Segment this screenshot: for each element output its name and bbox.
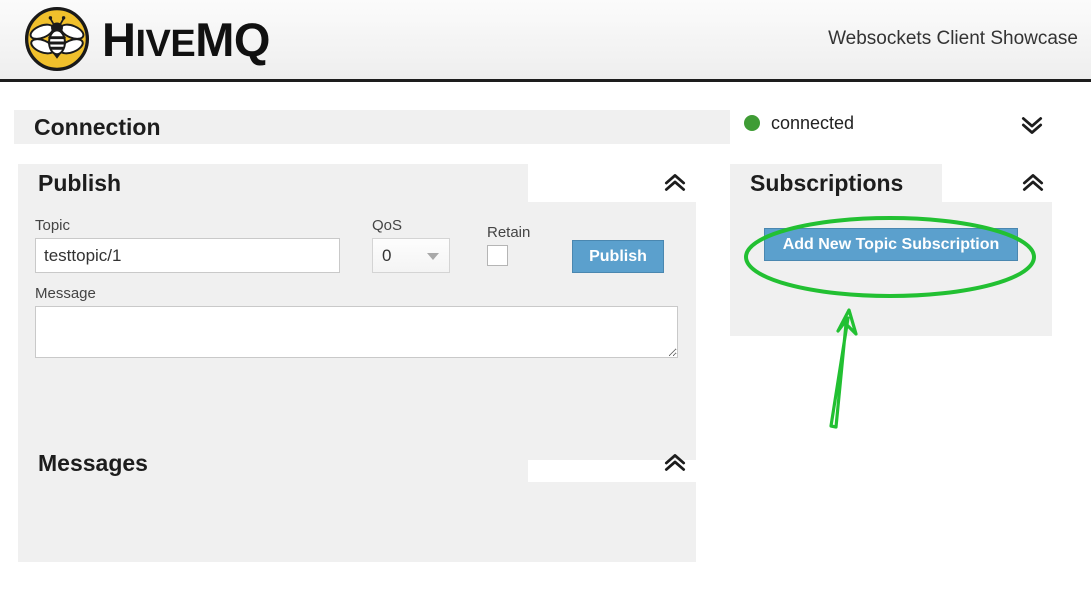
brand-letters-ive: IVE bbox=[135, 22, 196, 65]
subscriptions-panel: Subscriptions Add New Topic Subscription bbox=[730, 164, 1052, 336]
connection-title: Connection bbox=[34, 113, 161, 140]
qos-label: QoS bbox=[372, 217, 403, 234]
subscriptions-panel-header[interactable]: Subscriptions bbox=[730, 164, 1052, 202]
publish-form-row: Topic QoS 0 Retain Publish bbox=[35, 218, 679, 273]
bee-logo-icon bbox=[24, 6, 90, 72]
messages-list bbox=[18, 482, 696, 562]
status-dot-icon bbox=[744, 115, 760, 131]
double-chevron-up-icon[interactable] bbox=[1020, 170, 1046, 196]
messages-title: Messages bbox=[38, 449, 148, 476]
connection-panel: Connection bbox=[14, 110, 730, 144]
qos-select[interactable]: 0 bbox=[372, 238, 450, 273]
publish-title-block: Publish bbox=[18, 164, 528, 202]
brand-wordmark: HIVEMQ bbox=[102, 16, 270, 63]
retain-checkbox[interactable] bbox=[487, 245, 508, 266]
publish-button[interactable]: Publish bbox=[572, 240, 664, 273]
retain-label: Retain bbox=[487, 224, 531, 241]
messages-panel: Messages bbox=[18, 444, 696, 562]
subscriptions-title: Subscriptions bbox=[750, 169, 904, 196]
brand-letters-mq: MQ bbox=[195, 12, 270, 66]
double-chevron-down-icon[interactable] bbox=[1019, 112, 1045, 138]
subscriptions-title-block: Subscriptions bbox=[730, 164, 942, 202]
message-field-group: Message bbox=[35, 286, 679, 363]
message-textarea[interactable] bbox=[35, 306, 678, 358]
messages-title-block: Messages bbox=[18, 444, 528, 482]
connection-title-block: Connection bbox=[14, 110, 730, 144]
message-label: Message bbox=[35, 285, 96, 302]
publish-panel-header[interactable]: Publish bbox=[18, 164, 696, 202]
subscriptions-panel-body: Add New Topic Subscription bbox=[730, 202, 1052, 336]
messages-panel-header[interactable]: Messages bbox=[18, 444, 696, 482]
double-chevron-up-icon[interactable] bbox=[662, 170, 688, 196]
connection-panel-header[interactable]: Connection bbox=[14, 110, 730, 144]
double-chevron-up-icon[interactable] bbox=[662, 450, 688, 476]
publish-title: Publish bbox=[38, 169, 122, 196]
qos-selected-value: 0 bbox=[382, 245, 392, 265]
publish-panel-body: Topic QoS 0 Retain Publish Message bbox=[18, 202, 696, 460]
qos-field-group: QoS 0 bbox=[372, 218, 450, 273]
app-header: HIVEMQ Websockets Client Showcase bbox=[0, 0, 1091, 82]
publish-panel: Publish Topic QoS 0 Retain bbox=[18, 164, 696, 460]
add-new-topic-subscription-button[interactable]: Add New Topic Subscription bbox=[764, 228, 1018, 261]
brand-letter-h: H bbox=[102, 12, 136, 66]
retain-field-group: Retain bbox=[487, 225, 549, 273]
connection-status: connected bbox=[744, 114, 854, 132]
chevron-down-icon bbox=[427, 253, 439, 260]
brand-logo: HIVEMQ bbox=[24, 6, 270, 72]
publish-action-group: Publish bbox=[572, 240, 664, 273]
connection-status-label: connected bbox=[771, 113, 855, 133]
topic-field-group: Topic bbox=[35, 218, 340, 273]
header-tagline: Websockets Client Showcase bbox=[828, 28, 1078, 49]
topic-label: Topic bbox=[35, 217, 71, 234]
topic-input[interactable] bbox=[35, 238, 340, 273]
